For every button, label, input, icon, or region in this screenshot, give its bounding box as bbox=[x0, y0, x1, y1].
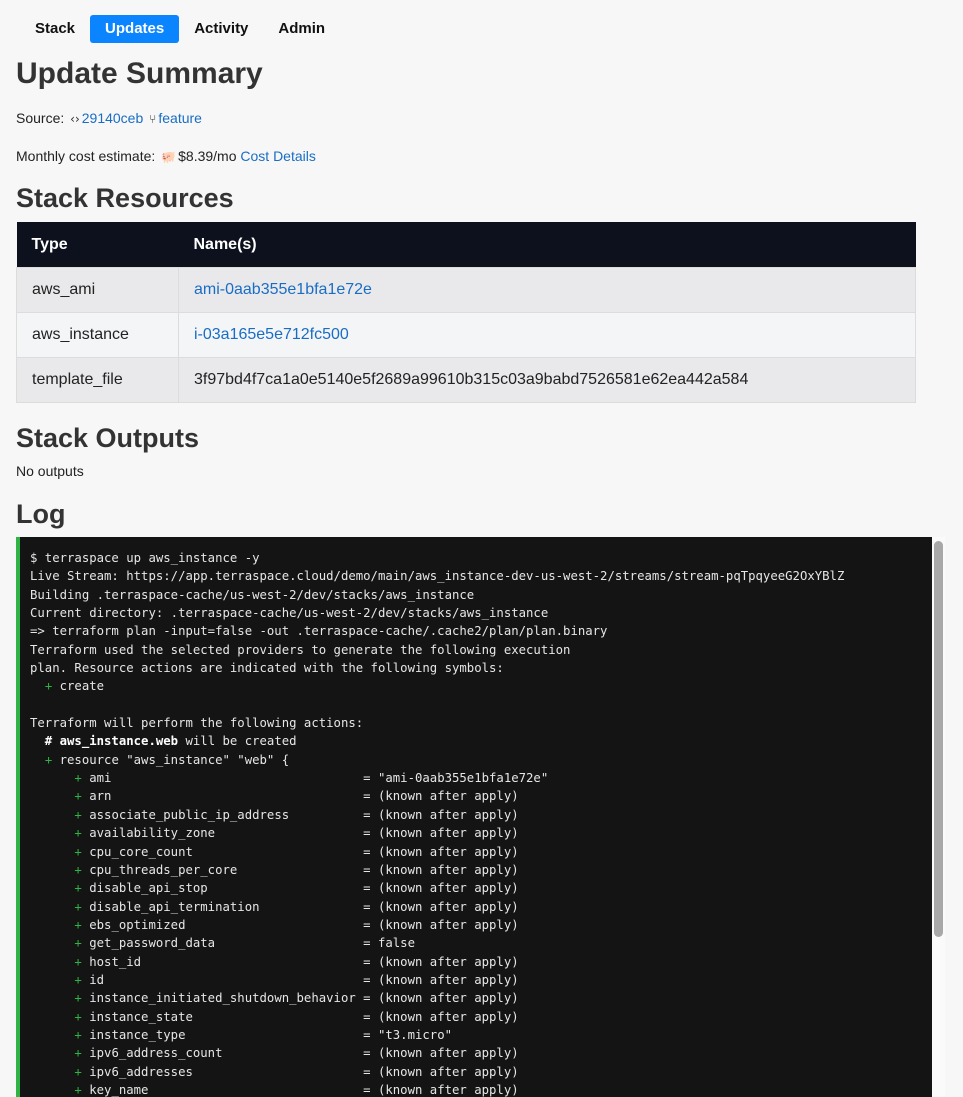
log-line: + resource "aws_instance" "web" { bbox=[44, 752, 290, 767]
log-line: Building .terraspace-cache/us-west-2/dev… bbox=[30, 587, 475, 602]
log-line: + associate_public_ip_address = (known a… bbox=[74, 807, 519, 822]
tab-admin[interactable]: Admin bbox=[263, 15, 340, 43]
branch-link[interactable]: feature bbox=[158, 110, 202, 126]
table-header-row: Type Name(s) bbox=[16, 222, 916, 268]
resource-name-cell: ami-0aab355e1bfa1e72e bbox=[178, 267, 916, 313]
log-line: + disable_api_termination = (known after… bbox=[74, 899, 519, 914]
log-line: + disable_api_stop = (known after apply) bbox=[74, 881, 519, 896]
resource-name-cell: i-03a165e5e712fc500 bbox=[178, 312, 916, 358]
log-line: + instance_initiated_shutdown_behavior =… bbox=[74, 991, 519, 1006]
tab-activity[interactable]: Activity bbox=[179, 15, 263, 43]
log-line: => terraform plan -input=false -out .ter… bbox=[30, 624, 608, 639]
table-row: template_file 3f97bd4f7ca1a0e5140e5f2689… bbox=[16, 357, 916, 403]
top-nav: Stack Updates Activity Admin bbox=[20, 15, 340, 43]
page-title: Update Summary bbox=[16, 57, 263, 90]
resource-name: 3f97bd4f7ca1a0e5140e5f2689a99610b315c03a… bbox=[178, 357, 916, 403]
log-line: # aws_instance.web will be created bbox=[30, 734, 297, 749]
resource-name-link[interactable]: ami-0aab355e1bfa1e72e bbox=[194, 281, 372, 298]
log-line: + cpu_threads_per_core = (known after ap… bbox=[74, 862, 519, 877]
log-output: $ terraspace up aws_instance -y Live Str… bbox=[20, 537, 945, 1097]
source-line: Source: ‹› 29140ceb ⑂ feature bbox=[16, 110, 202, 126]
cost-label: Monthly cost estimate: bbox=[16, 148, 156, 164]
log-panel[interactable]: $ terraspace up aws_instance -y Live Str… bbox=[16, 537, 945, 1097]
tab-stack[interactable]: Stack bbox=[20, 15, 90, 43]
cost-line: Monthly cost estimate: 🐖 $8.39/mo Cost De… bbox=[16, 148, 316, 164]
scrollbar-thumb[interactable] bbox=[934, 541, 943, 937]
table-row: aws_ami ami-0aab355e1bfa1e72e bbox=[16, 267, 916, 313]
log-line: + id = (known after apply) bbox=[74, 972, 519, 987]
resource-name-link[interactable]: i-03a165e5e712fc500 bbox=[194, 326, 349, 343]
log-line: + instance_state = (known after apply) bbox=[74, 1009, 519, 1024]
piggy-bank-icon: 🐖 bbox=[161, 150, 177, 164]
tab-updates[interactable]: Updates bbox=[90, 15, 180, 43]
outputs-title: Stack Outputs bbox=[16, 423, 200, 453]
log-line: + create bbox=[44, 679, 105, 694]
resources-table: Type Name(s) aws_ami ami-0aab355e1bfa1e7… bbox=[16, 222, 916, 403]
log-line: + ipv6_addresses = (known after apply) bbox=[74, 1064, 519, 1079]
log-line: Live Stream: https://app.terraspace.clou… bbox=[30, 569, 845, 584]
cost-details-link[interactable]: Cost Details bbox=[240, 148, 315, 164]
resource-type: aws_ami bbox=[16, 267, 179, 313]
log-line: + arn = (known after apply) bbox=[74, 789, 519, 804]
log-line: $ terraspace up aws_instance -y bbox=[30, 551, 260, 565]
scrollbar-track[interactable] bbox=[932, 537, 945, 1097]
log-line: + ami = "ami-0aab355e1bfa1e72e" bbox=[74, 771, 549, 786]
log-line: Terraform will perform the following act… bbox=[30, 716, 364, 731]
cost-value: $8.39/mo bbox=[178, 148, 237, 164]
log-line: + get_password_data = false bbox=[74, 936, 415, 951]
log-line: + ipv6_address_count = (known after appl… bbox=[74, 1046, 519, 1061]
commit-link[interactable]: 29140ceb bbox=[82, 110, 144, 126]
resource-type: aws_instance bbox=[16, 312, 179, 358]
log-line: + availability_zone = (known after apply… bbox=[74, 826, 519, 841]
log-line: + ebs_optimized = (known after apply) bbox=[74, 917, 519, 932]
log-line: + cpu_core_count = (known after apply) bbox=[74, 844, 519, 859]
column-header-names: Name(s) bbox=[178, 222, 916, 268]
log-line: + host_id = (known after apply) bbox=[74, 954, 519, 969]
resources-title: Stack Resources bbox=[16, 183, 234, 213]
table-row: aws_instance i-03a165e5e712fc500 bbox=[16, 312, 916, 358]
log-line: + instance_type = "t3.micro" bbox=[74, 1027, 452, 1042]
log-line: plan. Resource actions are indicated wit… bbox=[30, 661, 504, 676]
log-title: Log bbox=[16, 499, 66, 529]
code-icon: ‹› bbox=[70, 112, 80, 126]
source-label: Source: bbox=[16, 110, 65, 126]
log-line: Current directory: .terraspace-cache/us-… bbox=[30, 606, 549, 621]
branch-icon: ⑂ bbox=[149, 112, 157, 126]
column-header-type: Type bbox=[16, 222, 179, 268]
resource-type: template_file bbox=[16, 357, 179, 403]
log-line: Terraform used the selected providers to… bbox=[30, 642, 571, 657]
log-line: + key_name = (known after apply) bbox=[74, 1082, 519, 1097]
no-outputs-text: No outputs bbox=[16, 463, 84, 479]
